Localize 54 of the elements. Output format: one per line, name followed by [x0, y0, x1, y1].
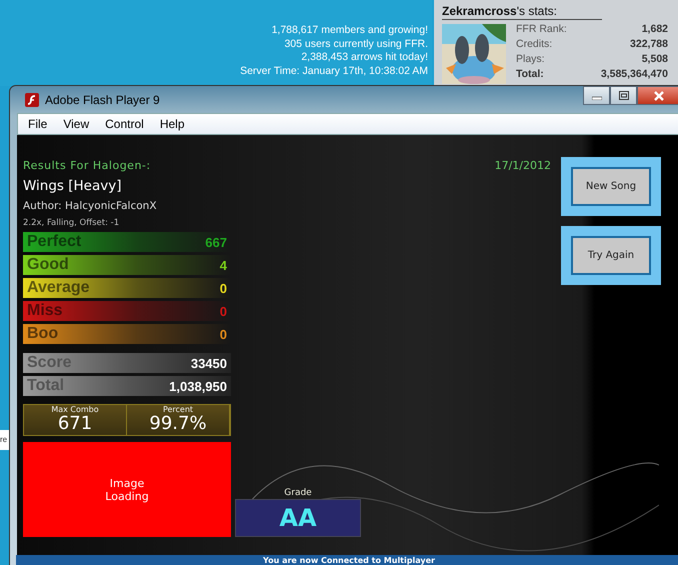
grade-value: AA [235, 499, 361, 537]
judgment-count: 667 [205, 234, 227, 250]
site-stat: Server Time: January 17th, 10:38:02 AM [240, 64, 428, 78]
date-text: 17/1/2012 [494, 159, 551, 172]
stat-value: 3,585,364,470 [600, 69, 668, 82]
grade-label: Grade [284, 488, 312, 498]
total-value: 33450 [190, 356, 227, 370]
judgment-count: 0 [220, 280, 227, 296]
judgment-count: 0 [220, 326, 227, 342]
stat-value: 322,788 [629, 39, 668, 52]
site-stat: 305 users currently using FFR. [283, 38, 428, 51]
site-stat: 2,388,453 arrows hit today! [300, 51, 428, 64]
author-text: Author: HalcyonicFalconX [23, 200, 158, 212]
window-title: Adobe Flash Player 9 [45, 92, 160, 106]
loading-text: Image Loading [105, 476, 149, 502]
menu-item[interactable]: View [57, 117, 96, 131]
maximize-icon [618, 91, 628, 100]
menu-item[interactable]: Control [99, 117, 150, 131]
combo-value: 671 [58, 414, 92, 433]
stat-label: Plays: [516, 54, 546, 67]
menu-item[interactable]: File [22, 117, 54, 131]
close-button[interactable] [637, 86, 678, 105]
minimize-button[interactable] [583, 86, 610, 105]
stats-title: Zekramcross's stats: [442, 4, 602, 20]
judgment-label: Boo [27, 325, 58, 343]
percent-value: 99.7% [149, 414, 207, 433]
stat-value: 1,682 [640, 24, 668, 37]
song-title: Wings [Heavy] [23, 178, 122, 194]
judgment-label: Good [27, 256, 69, 274]
total-label: Total [27, 377, 64, 395]
judgment-count: 4 [220, 258, 227, 272]
stat-label: Credits: [516, 39, 554, 52]
status-bar: You are now Connected to Multiplayer [16, 555, 678, 565]
combo-label: Max Combo [51, 405, 99, 414]
judgment-count: 0 [220, 304, 227, 318]
total-value: 1,038,950 [169, 378, 227, 394]
menu-button[interactable]: New Song [561, 157, 661, 216]
results-heading: Results For Halogen-: [23, 159, 151, 172]
judgment-label: Average [27, 279, 90, 297]
menu-item[interactable]: Help [154, 117, 191, 131]
menu-button[interactable]: Try Again [561, 226, 661, 285]
flash-logo-icon [25, 92, 39, 106]
stat-value: 5,508 [640, 54, 668, 67]
page-text: re [0, 435, 8, 444]
judgment-label: Perfect [27, 233, 82, 251]
judgment-label: Miss [27, 302, 63, 320]
close-icon [653, 90, 665, 100]
stat-label: Total: [516, 69, 545, 82]
maximize-button[interactable] [610, 86, 637, 105]
total-label: Score [27, 354, 72, 372]
settings-text: 2.2x, Falling, Offset: -1 [23, 218, 120, 228]
percent-label: Percent [162, 405, 194, 414]
site-stat: 1,788,617 members and growing! [270, 24, 428, 38]
stat-label: FFR Rank: [516, 24, 567, 37]
